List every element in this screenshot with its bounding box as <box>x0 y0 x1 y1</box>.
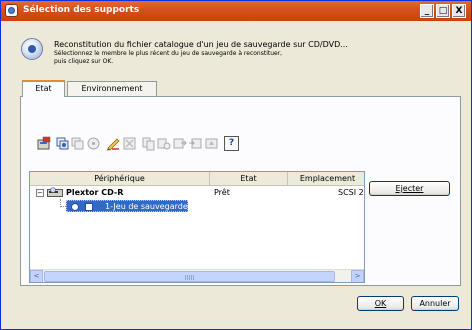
minimize-button[interactable]: _ <box>420 4 434 18</box>
device-location: SCSI 2 <box>338 188 364 197</box>
eject-button-label: Ejecter <box>395 184 424 193</box>
eject-icon[interactable] <box>204 136 219 151</box>
collapse-icon[interactable]: − <box>36 189 44 197</box>
column-header-peripherique[interactable]: Périphérique <box>30 172 210 186</box>
horizontal-scrollbar[interactable]: < > <box>30 269 364 282</box>
disk-icon[interactable] <box>86 136 101 151</box>
scroll-right-icon[interactable]: > <box>351 270 364 282</box>
scroll-left-icon[interactable]: < <box>30 270 43 282</box>
list-item-selected[interactable]: 1-Jeu de sauvegarde A <box>66 200 196 212</box>
header-instruction-1: Sélectionnez le membre le plus récent du… <box>54 50 283 57</box>
delete-icon[interactable] <box>122 136 137 151</box>
export-icon[interactable] <box>172 136 187 151</box>
properties-icon[interactable] <box>37 136 52 151</box>
help-icon[interactable]: ? <box>224 136 239 151</box>
backup-set-name: 1-Jeu de sauvegarde A <box>105 202 196 211</box>
close-button[interactable]: X <box>452 4 466 18</box>
ok-button-label: OK <box>374 299 387 308</box>
device-tree-list[interactable]: Périphérique Etat Emplacement − Plextor … <box>29 171 365 283</box>
toolbar: ? <box>37 136 277 154</box>
copy2-icon[interactable] <box>156 136 171 151</box>
ok-button[interactable]: OK <box>357 296 404 311</box>
cancel-button[interactable]: Annuler <box>411 296 459 311</box>
tab-environnement[interactable]: Environnement <box>67 81 157 97</box>
media-set-icon <box>85 203 93 211</box>
title-bar[interactable]: Sélection des supports _ □ X <box>1 1 471 21</box>
media-disc-icon <box>71 203 79 211</box>
media-icon[interactable] <box>55 136 70 151</box>
app-icon <box>5 4 18 17</box>
copy-icon[interactable] <box>141 136 156 151</box>
scrollbar-grip-icon <box>185 275 195 280</box>
device-status: Prêt <box>214 188 230 197</box>
table-row[interactable]: − Plextor CD-R Prêt SCSI 2 <box>30 187 364 199</box>
device-name: Plextor CD-R <box>66 188 124 197</box>
header-instruction-2: puis cliquez sur OK. <box>54 58 114 65</box>
column-header-etat[interactable]: Etat <box>210 172 288 186</box>
scrollbar-thumb[interactable] <box>44 271 335 282</box>
window-title: Sélection des supports <box>23 5 140 15</box>
tab-etat[interactable]: Etat <box>22 80 65 97</box>
header-description: Reconstitution du fichier catalogue d'un… <box>54 40 348 49</box>
eject-button[interactable]: Ejecter <box>369 181 450 196</box>
cd-drive-icon <box>47 187 63 197</box>
edit-icon[interactable] <box>106 136 121 151</box>
media-disabled-icon[interactable] <box>70 136 85 151</box>
import-icon[interactable] <box>188 136 203 151</box>
info-disc-icon <box>21 38 43 60</box>
column-header-emplacement[interactable]: Emplacement <box>288 172 364 186</box>
maximize-button[interactable]: □ <box>436 4 450 18</box>
dialog-window: Sélection des supports _ □ X Reconstitut… <box>0 0 472 330</box>
